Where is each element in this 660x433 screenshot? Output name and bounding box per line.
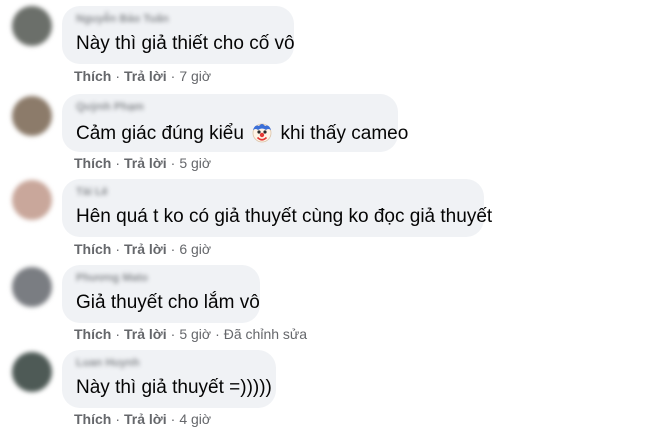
reply-button[interactable]: Trả lời — [124, 155, 167, 171]
comment-author[interactable]: Luan Huynh — [76, 357, 140, 369]
like-button[interactable]: Thích — [74, 326, 111, 342]
avatar[interactable] — [12, 267, 52, 307]
comment-bubble: Quỳnh Phạm Cảm giác đúng kiểu khi thấy c… — [62, 94, 408, 152]
comment-time[interactable]: 6 giờ — [179, 241, 211, 257]
separator-dot: · — [115, 68, 121, 84]
like-button[interactable]: Thích — [74, 68, 111, 84]
edited-label[interactable]: Đã chỉnh sửa — [224, 326, 307, 342]
comment-text: Hên quá t ko có giả thuyết cùng ko đọc g… — [76, 206, 493, 227]
separator-dot: · — [115, 411, 121, 427]
separator-dot: · — [170, 68, 176, 84]
comment-author[interactable]: Tài Lê — [76, 186, 108, 198]
comment-actions: Thích · Trả lời · 5 giờ · Đã chỉnh sửa — [74, 326, 307, 342]
comment-author[interactable]: Quỳnh Phạm — [76, 101, 144, 113]
reply-button[interactable]: Trả lời — [124, 411, 167, 427]
comment-actions: Thích · Trả lời · 6 giờ — [74, 241, 211, 257]
avatar[interactable] — [12, 180, 52, 220]
comment-bubble: Phương Mato Giả thuyết cho lắm vô — [62, 265, 260, 323]
separator-dot: · — [115, 241, 121, 257]
comment-text: Cảm giác đúng kiểu khi thấy cameo — [76, 121, 408, 145]
reply-button[interactable]: Trả lời — [124, 326, 167, 342]
like-button[interactable]: Thích — [74, 411, 111, 427]
comment-text-after: khi thấy cameo — [280, 123, 409, 144]
separator-dot: · — [115, 155, 121, 171]
comment-text-before: Cảm giác đúng kiểu — [76, 123, 244, 144]
comment-actions: Thích · Trả lời · 7 giờ — [74, 68, 211, 84]
comment-time[interactable]: 5 giờ — [179, 155, 211, 171]
avatar[interactable] — [12, 6, 52, 46]
separator-dot: · — [170, 411, 176, 427]
separator-dot: · — [170, 241, 176, 257]
like-button[interactable]: Thích — [74, 155, 111, 171]
comment-text: Này thì giả thuyết =))))) — [76, 377, 272, 398]
comment-actions: Thích · Trả lời · 4 giờ — [74, 411, 211, 427]
reply-button[interactable]: Trả lời — [124, 68, 167, 84]
separator-dot: · — [115, 326, 121, 342]
separator-dot: · — [170, 326, 176, 342]
comment-bubble: Nguyễn Bảo Tuấn Này thì giả thiết cho cố… — [62, 6, 295, 64]
comment-bubble: Tài Lê Hên quá t ko có giả thuyết cùng k… — [62, 179, 492, 237]
separator-dot: · — [170, 155, 176, 171]
separator-dot: · — [215, 326, 220, 342]
comment-actions: Thích · Trả lời · 5 giờ — [74, 155, 211, 171]
comment-bubble: Luan Huynh Này thì giả thuyết =))))) — [62, 350, 276, 408]
comment-text: Giả thuyết cho lắm vô — [76, 292, 260, 313]
like-button[interactable]: Thích — [74, 241, 111, 257]
clown-face-icon — [252, 123, 272, 143]
avatar[interactable] — [12, 96, 52, 136]
comment-time[interactable]: 7 giờ — [179, 68, 211, 84]
avatar[interactable] — [12, 352, 52, 392]
comment-author[interactable]: Nguyễn Bảo Tuấn — [76, 13, 169, 25]
comment-time[interactable]: 5 giờ — [179, 326, 211, 342]
comment-time[interactable]: 4 giờ — [179, 411, 211, 427]
comment-author[interactable]: Phương Mato — [76, 272, 148, 284]
comment-text: Này thì giả thiết cho cố vô — [76, 33, 295, 54]
reply-button[interactable]: Trả lời — [124, 241, 167, 257]
